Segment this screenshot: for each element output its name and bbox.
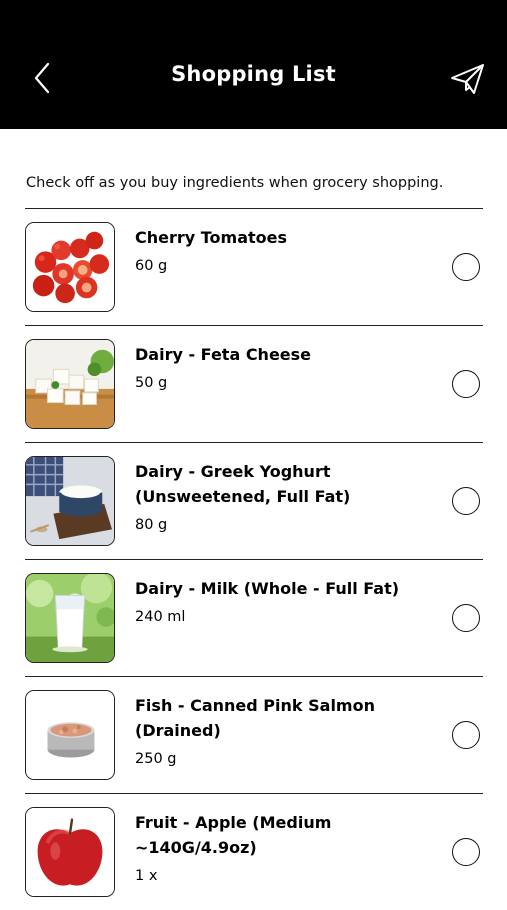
item-checkbox[interactable]: [452, 253, 480, 281]
item-quantity: 240 ml: [135, 609, 186, 625]
page-title: Shopping List: [171, 62, 336, 86]
item-checkbox[interactable]: [452, 370, 480, 398]
paper-plane-icon: [451, 64, 484, 94]
list-item: Dairy - Feta Cheese 50 g: [25, 325, 483, 442]
item-quantity: 1 x: [135, 868, 158, 884]
shopping-list: Cherry Tomatoes 60 g Dairy - Feta Cheese…: [25, 208, 483, 910]
item-quantity: 80 g: [135, 517, 168, 533]
cherry-tomatoes-image: [25, 222, 115, 312]
greek-yoghurt-image: [25, 456, 115, 546]
item-name: Dairy - Milk (Whole - Full Fat): [135, 579, 400, 598]
app-header: Shopping List: [0, 0, 507, 129]
item-quantity: 50 g: [135, 375, 168, 391]
item-name: Dairy - Greek Yoghurt (Unsweetened, Full…: [135, 462, 351, 506]
canned-salmon-image: [25, 690, 115, 780]
glass-of-milk-image: [25, 573, 115, 663]
item-checkbox[interactable]: [452, 487, 480, 515]
item-name: Fish - Canned Pink Salmon (Drained): [135, 696, 375, 740]
feta-cheese-image: [25, 339, 115, 429]
item-name: Dairy - Feta Cheese: [135, 345, 312, 364]
instructions-text: Check off as you buy ingredients when gr…: [26, 175, 444, 191]
item-checkbox[interactable]: [452, 838, 480, 866]
share-button[interactable]: [448, 60, 488, 98]
list-item: Dairy - Greek Yoghurt (Unsweetened, Full…: [25, 442, 483, 559]
list-item: Cherry Tomatoes 60 g: [25, 208, 483, 325]
list-item: Dairy - Milk (Whole - Full Fat) 240 ml: [25, 559, 483, 676]
item-checkbox[interactable]: [452, 721, 480, 749]
item-name: Cherry Tomatoes: [135, 228, 288, 247]
list-item: Fruit - Apple (Medium ~140G/4.9oz) 1 x: [25, 793, 483, 910]
red-apple-image: [25, 807, 115, 897]
list-item: Fish - Canned Pink Salmon (Drained) 250 …: [25, 676, 483, 793]
item-quantity: 60 g: [135, 258, 168, 274]
item-checkbox[interactable]: [452, 604, 480, 632]
item-quantity: 250 g: [135, 751, 177, 767]
item-name: Fruit - Apple (Medium ~140G/4.9oz): [135, 813, 332, 857]
